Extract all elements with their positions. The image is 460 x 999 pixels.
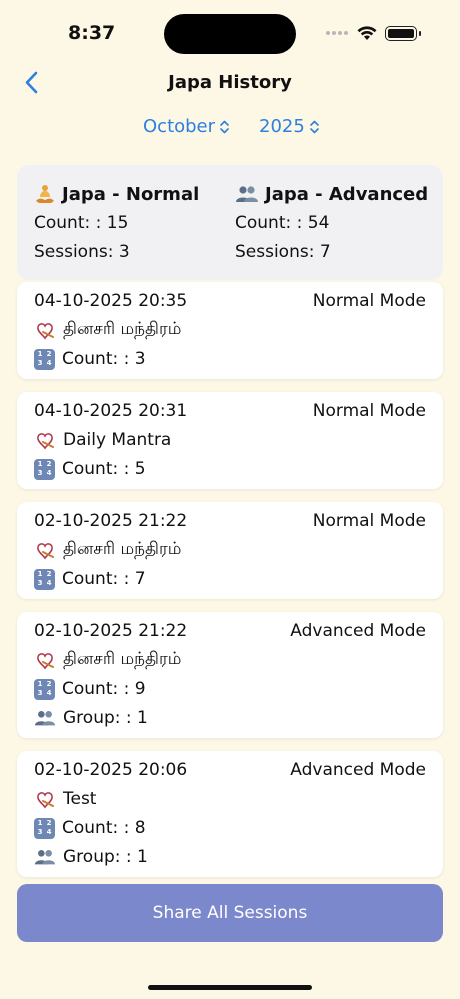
- page-title: Japa History: [168, 72, 292, 93]
- session-group: Group: : 1: [63, 708, 148, 728]
- session-card[interactable]: 02-10-2025 20:06 Advanced Mode Test 1234…: [17, 751, 443, 877]
- session-mode: Normal Mode: [312, 401, 426, 421]
- numbers-icon: 1234: [34, 458, 55, 480]
- summary-normal-title: Japa - Normal: [62, 183, 200, 205]
- group-icon: [236, 186, 258, 202]
- session-mantra: தினசரி மந்திரம்: [63, 319, 182, 339]
- chevron-up-down-icon: [220, 120, 229, 134]
- session-group: Group: : 1: [63, 847, 148, 867]
- session-datetime: 04-10-2025 20:35: [34, 291, 188, 311]
- mantra-icon: [37, 653, 54, 670]
- session-mode: Normal Mode: [312, 291, 426, 311]
- summary-advanced: Japa - Advanced Count: : 54 Sessions: 7: [235, 182, 428, 264]
- summary-normal-count: Count: : 15: [34, 213, 129, 233]
- cellular-signal-icon: [326, 31, 348, 35]
- numbers-icon: 1234: [34, 348, 55, 370]
- session-datetime: 02-10-2025 21:22: [34, 621, 188, 641]
- session-datetime: 02-10-2025 20:06: [34, 760, 188, 780]
- meditation-icon: [36, 185, 54, 203]
- session-card[interactable]: 02-10-2025 21:22 Normal Mode தினசரி மந்த…: [17, 502, 443, 599]
- numbers-icon: 1234: [34, 678, 55, 700]
- battery-icon: [385, 26, 421, 41]
- chevron-up-down-icon: [310, 120, 319, 134]
- year-picker[interactable]: 2025: [259, 116, 320, 137]
- month-picker[interactable]: October: [143, 116, 230, 137]
- session-card[interactable]: 02-10-2025 21:22 Advanced Mode தினசரி மந…: [17, 612, 443, 738]
- year-picker-label: 2025: [259, 116, 305, 137]
- session-count: Count: : 9: [62, 679, 146, 699]
- group-icon: [34, 850, 56, 865]
- status-time: 8:37: [68, 22, 116, 44]
- summary-card: Japa - Normal Count: : 15 Sessions: 3 Ja…: [17, 165, 443, 280]
- home-indicator: [148, 985, 312, 990]
- mantra-icon: [37, 433, 54, 450]
- summary-advanced-count: Count: : 54: [235, 213, 330, 233]
- session-count: Count: : 3: [62, 349, 146, 369]
- session-datetime: 02-10-2025 21:22: [34, 511, 188, 531]
- share-all-sessions-button[interactable]: Share All Sessions: [17, 884, 443, 942]
- session-count: Count: : 7: [62, 569, 146, 589]
- summary-advanced-title: Japa - Advanced: [265, 183, 429, 205]
- summary-normal: Japa - Normal Count: : 15 Sessions: 3: [34, 182, 199, 264]
- session-mode: Advanced Mode: [290, 760, 426, 780]
- session-mode: Normal Mode: [312, 511, 426, 531]
- summary-normal-sessions: Sessions: 3: [34, 242, 130, 262]
- mantra-icon: [37, 323, 54, 340]
- summary-advanced-sessions: Sessions: 7: [235, 242, 331, 262]
- mantra-icon: [37, 792, 54, 809]
- session-mode: Advanced Mode: [290, 621, 426, 641]
- numbers-icon: 1234: [34, 817, 55, 839]
- session-mantra: தினசரி மந்திரம்: [63, 649, 182, 669]
- wifi-icon: [357, 26, 377, 40]
- session-count: Count: : 8: [62, 818, 146, 838]
- session-mantra: Daily Mantra: [63, 430, 172, 450]
- japa-history-screen: 8:37 Japa History October 2025 Japa - No…: [0, 0, 460, 999]
- session-mantra: தினசரி மந்திரம்: [63, 539, 182, 559]
- dynamic-island: [164, 14, 296, 54]
- numbers-icon: 1234: [34, 568, 55, 590]
- month-picker-label: October: [143, 116, 216, 137]
- group-icon: [34, 711, 56, 726]
- session-count: Count: : 5: [62, 459, 146, 479]
- status-bar: 8:37: [0, 0, 460, 66]
- session-card[interactable]: 04-10-2025 20:35 Normal Mode தினசரி மந்த…: [17, 282, 443, 379]
- mantra-icon: [37, 543, 54, 560]
- session-mantra: Test: [63, 789, 97, 809]
- session-card[interactable]: 04-10-2025 20:31 Normal Mode Daily Mantr…: [17, 392, 443, 489]
- session-datetime: 04-10-2025 20:31: [34, 401, 188, 421]
